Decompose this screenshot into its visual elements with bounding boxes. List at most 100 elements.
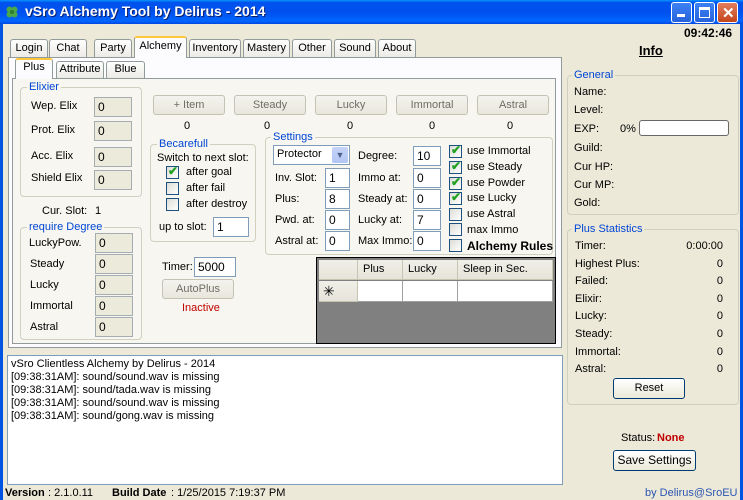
item-type-value: Protector — [277, 148, 322, 160]
tab-chat[interactable]: Chat — [49, 39, 87, 57]
maximize-icon — [699, 7, 710, 18]
tab-login[interactable]: Login — [10, 39, 48, 57]
stat-value: 0:00:00 — [686, 240, 723, 252]
use-immortal-label: use Immortal — [467, 145, 531, 157]
chevron-down-icon[interactable]: ▼ — [332, 147, 348, 163]
subtab-plus[interactable]: Plus — [15, 58, 53, 79]
grid-header-plus[interactable]: Plus — [358, 260, 403, 280]
plus-label: Plus: — [275, 193, 300, 205]
title-bar[interactable]: vSro Alchemy Tool by Delirus - 2014 ✕ — [0, 0, 743, 24]
lucky-at-input[interactable]: 7 — [413, 210, 441, 230]
astral-degree-field: 0 — [95, 317, 133, 337]
maximize-button[interactable] — [694, 2, 715, 23]
tab-party[interactable]: Party — [94, 39, 132, 57]
timer-label: Timer: — [162, 261, 193, 273]
stat-value: 0 — [716, 328, 723, 340]
stat-value: 0 — [716, 363, 723, 376]
tab-sound[interactable]: Sound — [334, 39, 376, 57]
log-line: [09:38:31AM]: sound/tada.wav is missing — [11, 384, 211, 396]
stat-value: 0 — [716, 275, 723, 288]
name-label: Name: — [574, 86, 607, 98]
subtab-blue[interactable]: Blue — [106, 61, 145, 78]
after-destroy-label: after destroy — [186, 198, 248, 210]
after-destroy-checkbox[interactable] — [166, 198, 179, 211]
prot-elix-field: 0 — [94, 121, 132, 141]
acc-elix-field: 0 — [94, 147, 132, 167]
astral-at-label: Astral at: — [275, 235, 319, 247]
steady-button[interactable]: Steady — [234, 95, 306, 115]
clover-icon — [6, 6, 18, 18]
stat-value: 0 — [716, 257, 723, 270]
use-lucky-checkbox[interactable]: ✔ — [449, 190, 462, 205]
plus-input[interactable]: 8 — [325, 189, 350, 209]
max-immo-label: Max Immo: — [358, 235, 413, 247]
close-button[interactable]: ✕ — [717, 2, 738, 23]
subtab-label: Plus — [23, 61, 45, 73]
stat-label: Failed: — [575, 275, 609, 288]
grid-cell-plus[interactable] — [358, 281, 403, 302]
check-icon: ✔ — [451, 190, 462, 204]
column-label: Sleep in Sec. — [463, 263, 528, 275]
degree-input[interactable]: 10 — [413, 146, 441, 166]
subtab-label: Blue — [114, 63, 137, 75]
author-link[interactable]: by Delirus@SroEU — [645, 487, 737, 499]
tab-mastery[interactable]: Mastery — [243, 39, 290, 57]
after-fail-checkbox[interactable] — [166, 182, 179, 195]
timer-input[interactable]: 5000 — [194, 257, 236, 277]
log-textbox[interactable]: vSro Clientless Alchemy by Delirus - 201… — [7, 355, 563, 485]
tab-other[interactable]: Other — [292, 39, 332, 57]
after-goal-checkbox[interactable]: ✔ — [166, 164, 179, 179]
exp-label: EXP: — [574, 123, 600, 135]
use-powder-checkbox[interactable]: ✔ — [449, 175, 462, 190]
grid-cell-lucky[interactable] — [403, 281, 458, 302]
version-label: Version — [5, 487, 45, 499]
plus-grid[interactable]: Plus Lucky Sleep in Sec. ✳ — [316, 257, 556, 344]
use-astral-label: use Astral — [467, 208, 516, 220]
tab-label: About — [382, 42, 412, 54]
up-to-slot-input[interactable]: 1 — [213, 217, 249, 237]
lucky-degree-field: 0 — [95, 275, 133, 295]
astral-count: 0 — [507, 120, 514, 132]
tab-label: Sound — [339, 42, 371, 54]
tab-about[interactable]: About — [378, 39, 416, 57]
add-item-button[interactable]: + Item — [153, 95, 225, 115]
tab-label: Other — [298, 42, 326, 54]
alchemy-rules-checkbox[interactable] — [449, 239, 462, 252]
exp-progress-bar — [639, 120, 729, 136]
wep-elix-field: 0 — [94, 97, 132, 117]
log-line: [09:38:31AM]: sound/gong.wav is missing — [11, 410, 215, 422]
immortal-button[interactable]: Immortal — [396, 95, 468, 115]
item-type-select[interactable]: Protector ▼ — [273, 145, 350, 165]
max-immo-check-label: max Immo — [467, 224, 519, 236]
after-fail-label: after fail — [186, 182, 226, 194]
lucky-button[interactable]: Lucky — [315, 95, 387, 115]
autoplus-button[interactable]: AutoPlus — [162, 279, 234, 299]
reset-button[interactable]: Reset — [613, 378, 685, 399]
tab-inventory[interactable]: Inventory — [189, 39, 241, 57]
guild-label: Guild: — [574, 142, 603, 154]
lucky-label: Lucky — [30, 279, 59, 291]
immortal-count: 0 — [429, 120, 436, 132]
subtab-attribute[interactable]: Attribute — [56, 61, 104, 78]
becarefull-label: Becarefull — [157, 138, 210, 150]
steady-at-input[interactable]: 0 — [413, 189, 441, 209]
grid-cell-sleep[interactable] — [458, 281, 553, 302]
minimize-button[interactable] — [671, 2, 692, 23]
max-immo-input[interactable]: 0 — [413, 231, 441, 251]
grid-header-sleep[interactable]: Sleep in Sec. — [458, 260, 553, 280]
use-astral-checkbox[interactable] — [449, 208, 462, 221]
tab-alchemy[interactable]: Alchemy — [134, 36, 187, 58]
use-steady-checkbox[interactable]: ✔ — [449, 159, 462, 174]
use-immortal-checkbox[interactable]: ✔ — [449, 143, 462, 158]
grid-header-lucky[interactable]: Lucky — [403, 260, 458, 280]
log-line: [09:38:31AM]: sound/sound.wav is missing — [11, 371, 220, 383]
astral-at-input[interactable]: 0 — [325, 231, 350, 251]
inv-slot-input[interactable]: 1 — [325, 168, 350, 188]
immo-at-input[interactable]: 0 — [413, 168, 441, 188]
use-steady-label: use Steady — [467, 161, 523, 173]
save-settings-button[interactable]: Save Settings — [613, 450, 696, 471]
astral-button[interactable]: Astral — [477, 95, 549, 115]
tab-label: Party — [100, 42, 126, 54]
pwd-at-input[interactable]: 0 — [325, 210, 350, 230]
max-immo-checkbox[interactable] — [449, 223, 462, 236]
